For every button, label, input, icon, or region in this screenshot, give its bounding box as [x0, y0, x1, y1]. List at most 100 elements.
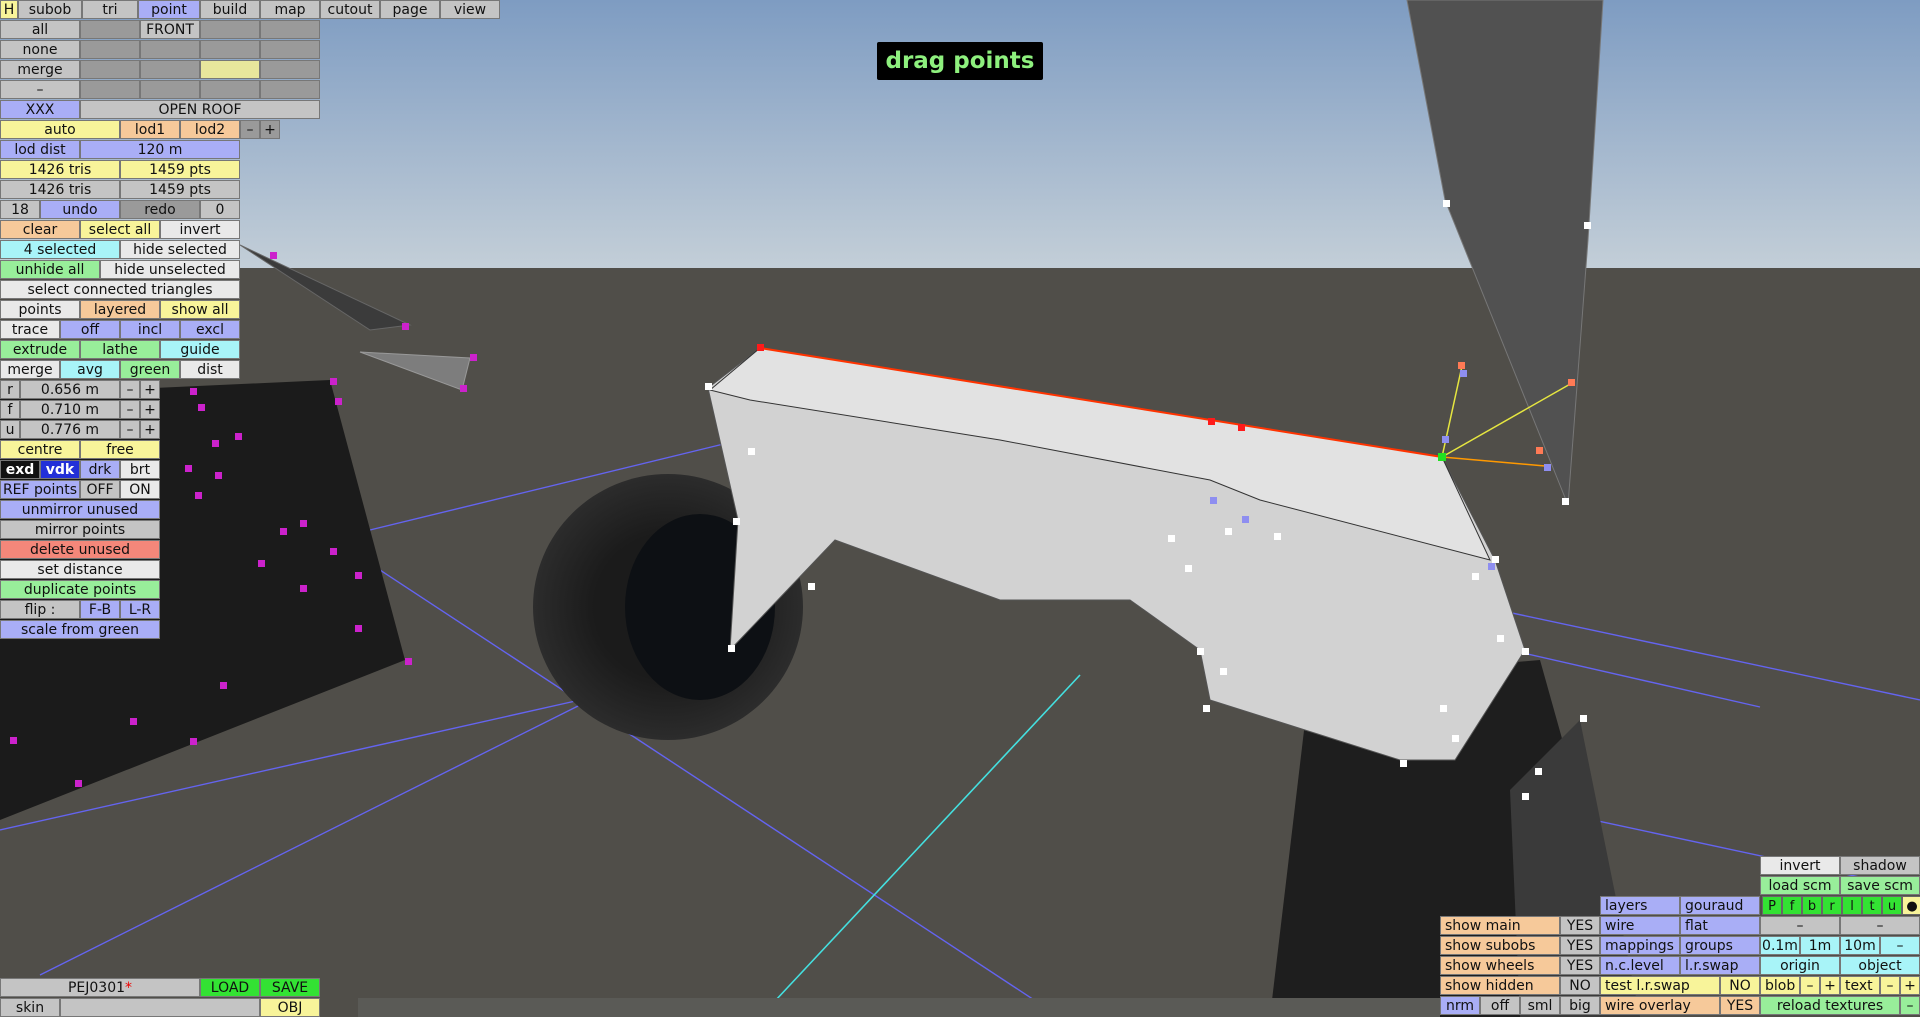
- text-minus[interactable]: –: [1880, 976, 1900, 995]
- show-main-value[interactable]: YES: [1560, 916, 1600, 935]
- trace-off-button[interactable]: off: [60, 320, 120, 339]
- render-nrm-button[interactable]: nrm: [1440, 996, 1480, 1015]
- lod1-button[interactable]: lod1: [120, 120, 180, 139]
- trace-button[interactable]: trace: [0, 320, 60, 339]
- show-subobs-value[interactable]: YES: [1560, 936, 1600, 955]
- select-connected-button[interactable]: select connected triangles: [0, 280, 240, 299]
- load-scm-button[interactable]: load scm: [1760, 876, 1840, 895]
- mirror-points-button[interactable]: mirror points: [0, 520, 160, 539]
- wire-overlay-value[interactable]: YES: [1720, 996, 1760, 1015]
- view-letter-4[interactable]: l: [1842, 896, 1862, 915]
- param-f-value[interactable]: 0.710 m: [20, 400, 120, 419]
- param-u-value[interactable]: 0.776 m: [20, 420, 120, 439]
- param-r-value[interactable]: 0.656 m: [20, 380, 120, 399]
- save-button[interactable]: SAVE: [260, 978, 320, 997]
- param-u-plus[interactable]: +: [140, 420, 160, 439]
- view-letter-0[interactable]: P: [1762, 896, 1782, 915]
- show-hidden-label[interactable]: show hidden: [1440, 976, 1560, 995]
- guide-button[interactable]: guide: [160, 340, 240, 359]
- ref-off-button[interactable]: OFF: [80, 480, 120, 499]
- tab-view[interactable]: view: [440, 0, 500, 19]
- scale-from-green-button[interactable]: scale from green: [0, 620, 160, 639]
- slot-2-2[interactable]: [140, 40, 200, 59]
- avg-button[interactable]: avg: [60, 360, 120, 379]
- show-wheels-label[interactable]: show wheels: [1440, 956, 1560, 975]
- skin-button[interactable]: skin: [0, 998, 60, 1017]
- origin-button[interactable]: origin: [1760, 956, 1840, 975]
- tab-page[interactable]: page: [380, 0, 440, 19]
- param-f-plus[interactable]: +: [140, 400, 160, 419]
- show-subobs-label[interactable]: show subobs: [1440, 936, 1560, 955]
- centre-button[interactable]: centre: [0, 440, 80, 459]
- trace-incl-button[interactable]: incl: [120, 320, 180, 339]
- blob-button[interactable]: blob: [1760, 976, 1800, 995]
- lathe-button[interactable]: lathe: [80, 340, 160, 359]
- lrswap-button[interactable]: l.r.swap: [1680, 956, 1760, 975]
- flat-button[interactable]: flat: [1680, 916, 1760, 935]
- unmirror-unused-button[interactable]: unmirror unused: [0, 500, 160, 519]
- reload-textures-button[interactable]: reload textures: [1760, 996, 1900, 1015]
- slot-3-1[interactable]: [80, 60, 140, 79]
- dash-button-2[interactable]: –: [1840, 916, 1920, 935]
- tab-build[interactable]: build: [200, 0, 260, 19]
- slot-3-3[interactable]: [200, 60, 260, 79]
- text-plus[interactable]: +: [1900, 976, 1920, 995]
- slot-1-3[interactable]: [200, 20, 260, 39]
- flip-lr-button[interactable]: L-R: [120, 600, 160, 619]
- free-button[interactable]: free: [80, 440, 160, 459]
- green-button[interactable]: green: [120, 360, 180, 379]
- wire-overlay-button[interactable]: wire overlay: [1600, 996, 1720, 1015]
- step-1m[interactable]: 1m: [1800, 936, 1840, 955]
- tab-map[interactable]: map: [260, 0, 320, 19]
- points-button[interactable]: points: [0, 300, 80, 319]
- front-slot[interactable]: FRONT: [140, 20, 200, 39]
- gouraud-button[interactable]: gouraud: [1680, 896, 1760, 915]
- undo-button[interactable]: undo: [40, 200, 120, 219]
- slot-4-4[interactable]: [260, 80, 320, 99]
- show-hidden-value[interactable]: NO: [1560, 976, 1600, 995]
- nclevel-button[interactable]: n.c.level: [1600, 956, 1680, 975]
- skin-field[interactable]: [60, 998, 260, 1017]
- dist-button[interactable]: dist: [180, 360, 240, 379]
- clear-button[interactable]: clear: [0, 220, 80, 239]
- redo-button[interactable]: redo: [120, 200, 200, 219]
- delete-unused-button[interactable]: delete unused: [0, 540, 160, 559]
- blob-minus[interactable]: –: [1800, 976, 1820, 995]
- text-button[interactable]: text: [1840, 976, 1880, 995]
- tab-subob[interactable]: subob: [18, 0, 82, 19]
- exd-button[interactable]: exd: [0, 460, 40, 479]
- flip-fb-button[interactable]: F-B: [80, 600, 120, 619]
- brt-button[interactable]: brt: [120, 460, 160, 479]
- merge-button[interactable]: merge: [0, 60, 80, 79]
- none-button[interactable]: none: [0, 40, 80, 59]
- slot-4-2[interactable]: [140, 80, 200, 99]
- blob-plus[interactable]: +: [1820, 976, 1840, 995]
- open-roof-button[interactable]: OPEN ROOF: [80, 100, 320, 119]
- test-lrswap-value[interactable]: NO: [1720, 976, 1760, 995]
- show-all-button[interactable]: show all: [160, 300, 240, 319]
- drk-button[interactable]: drk: [80, 460, 120, 479]
- dash-button-1[interactable]: –: [1760, 916, 1840, 935]
- view-letter-3[interactable]: r: [1822, 896, 1842, 915]
- unhide-all-button[interactable]: unhide all: [0, 260, 100, 279]
- lod-plus-button[interactable]: +: [260, 120, 280, 139]
- dash-button[interactable]: –: [0, 80, 80, 99]
- slot-3-2[interactable]: [140, 60, 200, 79]
- slot-4-1[interactable]: [80, 80, 140, 99]
- shadow-button[interactable]: shadow: [1840, 856, 1920, 875]
- view-letter-2[interactable]: b: [1802, 896, 1822, 915]
- 3d-viewport[interactable]: [0, 0, 1920, 1017]
- slot-1-1[interactable]: [80, 20, 140, 39]
- slot-2-4[interactable]: [260, 40, 320, 59]
- file-name[interactable]: PEJ0301*: [0, 978, 200, 997]
- param-u-minus[interactable]: –: [120, 420, 140, 439]
- lod2-button[interactable]: lod2: [180, 120, 240, 139]
- all-button[interactable]: all: [0, 20, 80, 39]
- tab-h[interactable]: H: [0, 0, 18, 19]
- lod-auto-button[interactable]: auto: [0, 120, 120, 139]
- view-letter-7[interactable]: ●: [1902, 896, 1920, 915]
- tab-point[interactable]: point: [138, 0, 200, 19]
- lod-minus-button[interactable]: –: [240, 120, 260, 139]
- trace-excl-button[interactable]: excl: [180, 320, 240, 339]
- render-big-button[interactable]: big: [1560, 996, 1600, 1015]
